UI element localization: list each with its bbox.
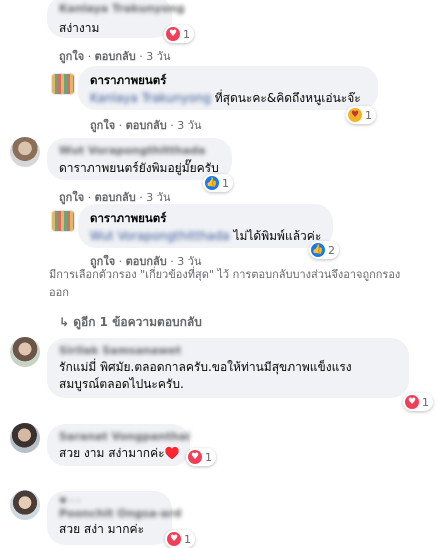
avatar[interactable] bbox=[10, 490, 40, 520]
reply-text: ที่สุดนะคะ&คิดถึงหนูเอ่นะจ๊ะ bbox=[210, 91, 361, 105]
reply-author[interactable]: ดาราภาพยนตร์ bbox=[90, 210, 321, 228]
reaction-count: 1 bbox=[205, 450, 212, 464]
comment-author[interactable]: Kanlaya Trakunyong bbox=[59, 2, 185, 15]
reply-author[interactable]: ดาราภาพยนตร์ bbox=[90, 72, 366, 90]
comment-text-line1: รักแม่มี่ พิศมัย.ตลอดกาลครับ.ขอให้ท่านมี… bbox=[59, 360, 352, 374]
page-logo-icon bbox=[52, 211, 74, 231]
heart-icon: ♥ bbox=[405, 395, 419, 409]
reaction-count: 1 bbox=[184, 532, 191, 546]
reply-bubble: ดาราภาพยนตร์ Wut Vorapongthitthada ไม่ได… bbox=[78, 204, 333, 248]
mention-link[interactable]: Wut Vorapongthitthada bbox=[90, 229, 230, 243]
comment-meta: ♥ · · bbox=[59, 497, 81, 507]
comment-author[interactable]: Sirilak Samsanawet bbox=[59, 344, 397, 357]
reply-text: ไม่ได้พิมพ์แล้วค่ะ bbox=[229, 229, 322, 243]
reply-actions: ถูกใจ · ตอบกลับ · 3 วัน bbox=[90, 119, 202, 132]
comment-bubble: Kanlaya Trakunyong สง่างาม bbox=[47, 0, 185, 38]
comment-time[interactable]: 3 วัน bbox=[146, 50, 170, 63]
comment-author[interactable]: Saranat Vongpanthai bbox=[59, 430, 190, 443]
reply-link[interactable]: ตอบกลับ bbox=[126, 119, 167, 132]
reaction-badge[interactable]: ♥ 1 bbox=[165, 530, 195, 548]
filter-note: มีการเลือกตัวกรอง "เกี่ยวข้องที่สุด" ไว้… bbox=[49, 268, 401, 299]
reaction-badge[interactable]: ♥ 1 bbox=[164, 25, 194, 43]
avatar[interactable] bbox=[10, 337, 40, 367]
comment-text-line2: สมบูรณ์ตลอดไปนะครับ. bbox=[59, 377, 184, 391]
like-link[interactable]: ถูกใจ bbox=[59, 50, 84, 63]
view-more-replies[interactable]: ↳ ดูอีก 1 ข้อความตอบกลับ bbox=[59, 313, 202, 332]
comment-author[interactable]: Poonchit Ongsa-ard bbox=[59, 507, 182, 520]
reply-time[interactable]: 3 วัน bbox=[177, 119, 201, 132]
comment-actions: ถูกใจ · ตอบกลับ · 3 วัน bbox=[59, 50, 171, 63]
page-logo-icon bbox=[52, 74, 74, 94]
comment-bubble: Sirilak Samsanawet รักแม่มี่ พิศมัย.ตลอด… bbox=[47, 338, 409, 398]
comment-text: ดาราภาพยนตร์ยังพิมอยู่มั๊ยครับ bbox=[59, 161, 219, 175]
like-link[interactable]: ถูกใจ bbox=[59, 191, 84, 204]
reaction-badge[interactable]: ♥ 1 bbox=[186, 448, 216, 466]
reply-arrow-icon: ↳ bbox=[59, 315, 74, 329]
comment-bubble: Wut Vorapongthitthada ดาราภาพยนตร์ยังพิม… bbox=[47, 138, 232, 180]
care-icon: ♥ bbox=[348, 108, 362, 122]
comment-text: สง่างาม bbox=[59, 21, 100, 35]
comment-time[interactable]: 3 วัน bbox=[146, 191, 170, 204]
mention-link[interactable]: Kanlaya Trakunyong bbox=[90, 91, 211, 105]
heart-icon: ♥ bbox=[166, 27, 180, 41]
avatar[interactable] bbox=[10, 423, 40, 453]
avatar[interactable] bbox=[51, 73, 75, 95]
reaction-badge[interactable]: 👍 2 bbox=[309, 241, 339, 259]
comment-text: สวย สง่า มากค่ะ bbox=[59, 522, 145, 536]
like-link[interactable]: ถูกใจ bbox=[90, 119, 115, 132]
reaction-count: 1 bbox=[365, 108, 372, 122]
comment-author[interactable]: Wut Vorapongthitthada bbox=[59, 144, 220, 157]
reaction-badge[interactable]: ♥ 1 bbox=[346, 106, 376, 124]
avatar[interactable] bbox=[51, 210, 75, 232]
reaction-badge[interactable]: 👍 1 bbox=[203, 174, 233, 192]
reply-link[interactable]: ตอบกลับ bbox=[95, 50, 136, 63]
reply-link[interactable]: ตอบกลับ bbox=[95, 191, 136, 204]
view-more-replies-label: ดูอีก 1 ข้อความตอบกลับ bbox=[73, 315, 202, 329]
like-icon: 👍 bbox=[311, 243, 325, 257]
heart-icon: ♥ bbox=[188, 450, 202, 464]
reaction-count: 1 bbox=[422, 395, 429, 409]
reaction-badge[interactable]: ♥ 1 bbox=[403, 393, 433, 411]
like-icon: 👍 bbox=[205, 176, 219, 190]
reaction-count: 2 bbox=[328, 243, 335, 257]
reaction-count: 1 bbox=[183, 27, 190, 41]
heart-icon: ♥ bbox=[167, 532, 181, 546]
reply-bubble: ดาราภาพยนตร์ Kanlaya Trakunyong ที่สุดนะ… bbox=[78, 66, 378, 110]
comment-bubble: Saranat Vongpanthai สวย งาม สง่ามากค่ะ♥️ bbox=[47, 424, 190, 466]
avatar[interactable] bbox=[10, 137, 40, 167]
comment-bubble: ♥ · · Poonchit Ongsa-ard สวย สง่า มากค่ะ bbox=[47, 491, 182, 545]
comment-text: สวย งาม สง่ามากค่ะ♥️ bbox=[59, 446, 180, 460]
reaction-count: 1 bbox=[222, 176, 229, 190]
